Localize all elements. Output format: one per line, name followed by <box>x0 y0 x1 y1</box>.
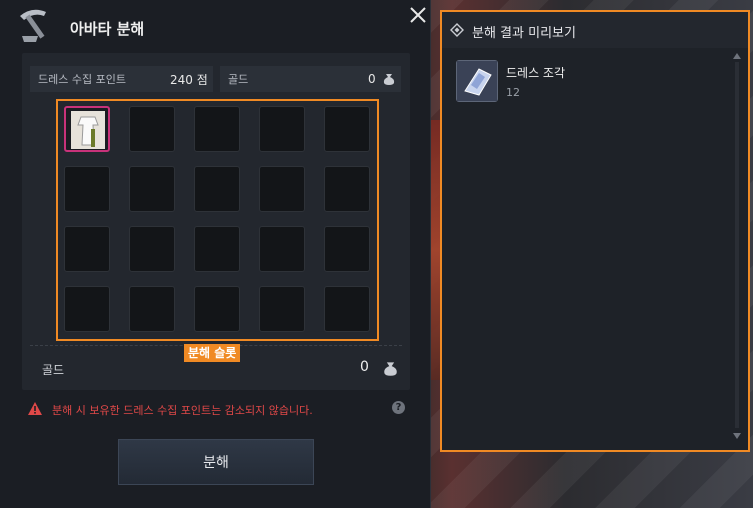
decompose-result-preview-panel: 분해 결과 미리보기 드레스 조각 12 <box>440 10 750 452</box>
decompose-slot-13[interactable] <box>194 226 240 272</box>
gold-total-label: 골드 <box>42 363 65 377</box>
decompose-slot-4[interactable] <box>259 106 305 152</box>
scroll-up-arrow-icon[interactable] <box>732 52 742 60</box>
warning-message: 분해 시 보유한 드레스 수집 포인트는 감소되지 않습니다. <box>52 404 313 417</box>
decompose-slot-5[interactable] <box>324 106 370 152</box>
gold-value: 0 <box>368 72 376 86</box>
dress-item-icon <box>71 111 105 149</box>
decompose-slot-19[interactable] <box>259 286 305 332</box>
decompose-slot-3[interactable] <box>194 106 240 152</box>
preview-title: 분해 결과 미리보기 <box>472 26 576 41</box>
decompose-slot-10[interactable] <box>324 166 370 212</box>
scroll-track[interactable] <box>735 62 739 428</box>
collection-points-box: 드레스 수집 포인트 240 점 <box>30 66 213 92</box>
decompose-slot-16[interactable] <box>64 286 110 332</box>
decompose-slot-8[interactable] <box>194 166 240 212</box>
gold-total-value: 0 <box>360 359 369 375</box>
gold-pouch-icon <box>384 362 397 376</box>
scroll-down-arrow-icon[interactable] <box>732 432 742 440</box>
help-icon[interactable]: ? <box>392 401 405 414</box>
preview-header: 분해 결과 미리보기 <box>442 12 748 48</box>
decompose-slot-11[interactable] <box>64 226 110 272</box>
decompose-slot-14[interactable] <box>259 226 305 272</box>
decompose-slot-7[interactable] <box>129 166 175 212</box>
diamond-icon <box>450 23 464 37</box>
hammer-icon <box>20 9 46 42</box>
decompose-slot-17[interactable] <box>129 286 175 332</box>
decompose-slot-1[interactable] <box>64 106 110 152</box>
dialog-header: 아바타 분해 <box>0 0 431 52</box>
decompose-slot-20[interactable] <box>324 286 370 332</box>
dress-fragment-icon <box>457 61 497 101</box>
dialog-title: 아바타 분해 <box>70 20 145 38</box>
decompose-slot-18[interactable] <box>194 286 240 332</box>
decompose-slot-label: 분해 슬롯 <box>184 344 241 362</box>
collection-points-value: 240 점 <box>170 72 208 87</box>
decompose-slot-2[interactable] <box>129 106 175 152</box>
result-item-count: 12 <box>506 86 520 99</box>
decompose-slot-15[interactable] <box>324 226 370 272</box>
result-item-slot[interactable] <box>456 60 498 102</box>
gold-label: 골드 <box>228 73 249 86</box>
gold-pouch-icon <box>383 74 395 85</box>
decompose-slot-6[interactable] <box>64 166 110 212</box>
decompose-button[interactable]: 분해 <box>118 439 314 485</box>
result-item-name: 드레스 조각 <box>506 66 566 80</box>
gold-box: 골드 0 <box>220 66 401 92</box>
decompose-slot-9[interactable] <box>259 166 305 212</box>
close-icon[interactable] <box>407 4 429 26</box>
collection-points-label: 드레스 수집 포인트 <box>38 73 126 86</box>
preview-scrollbar[interactable] <box>732 52 742 440</box>
decompose-slot-12[interactable] <box>129 226 175 272</box>
avatar-decompose-dialog: 아바타 분해 드레스 수집 포인트 240 점 골드 0 분해 슬롯 골드 0 … <box>0 0 431 508</box>
warning-icon <box>28 402 42 415</box>
